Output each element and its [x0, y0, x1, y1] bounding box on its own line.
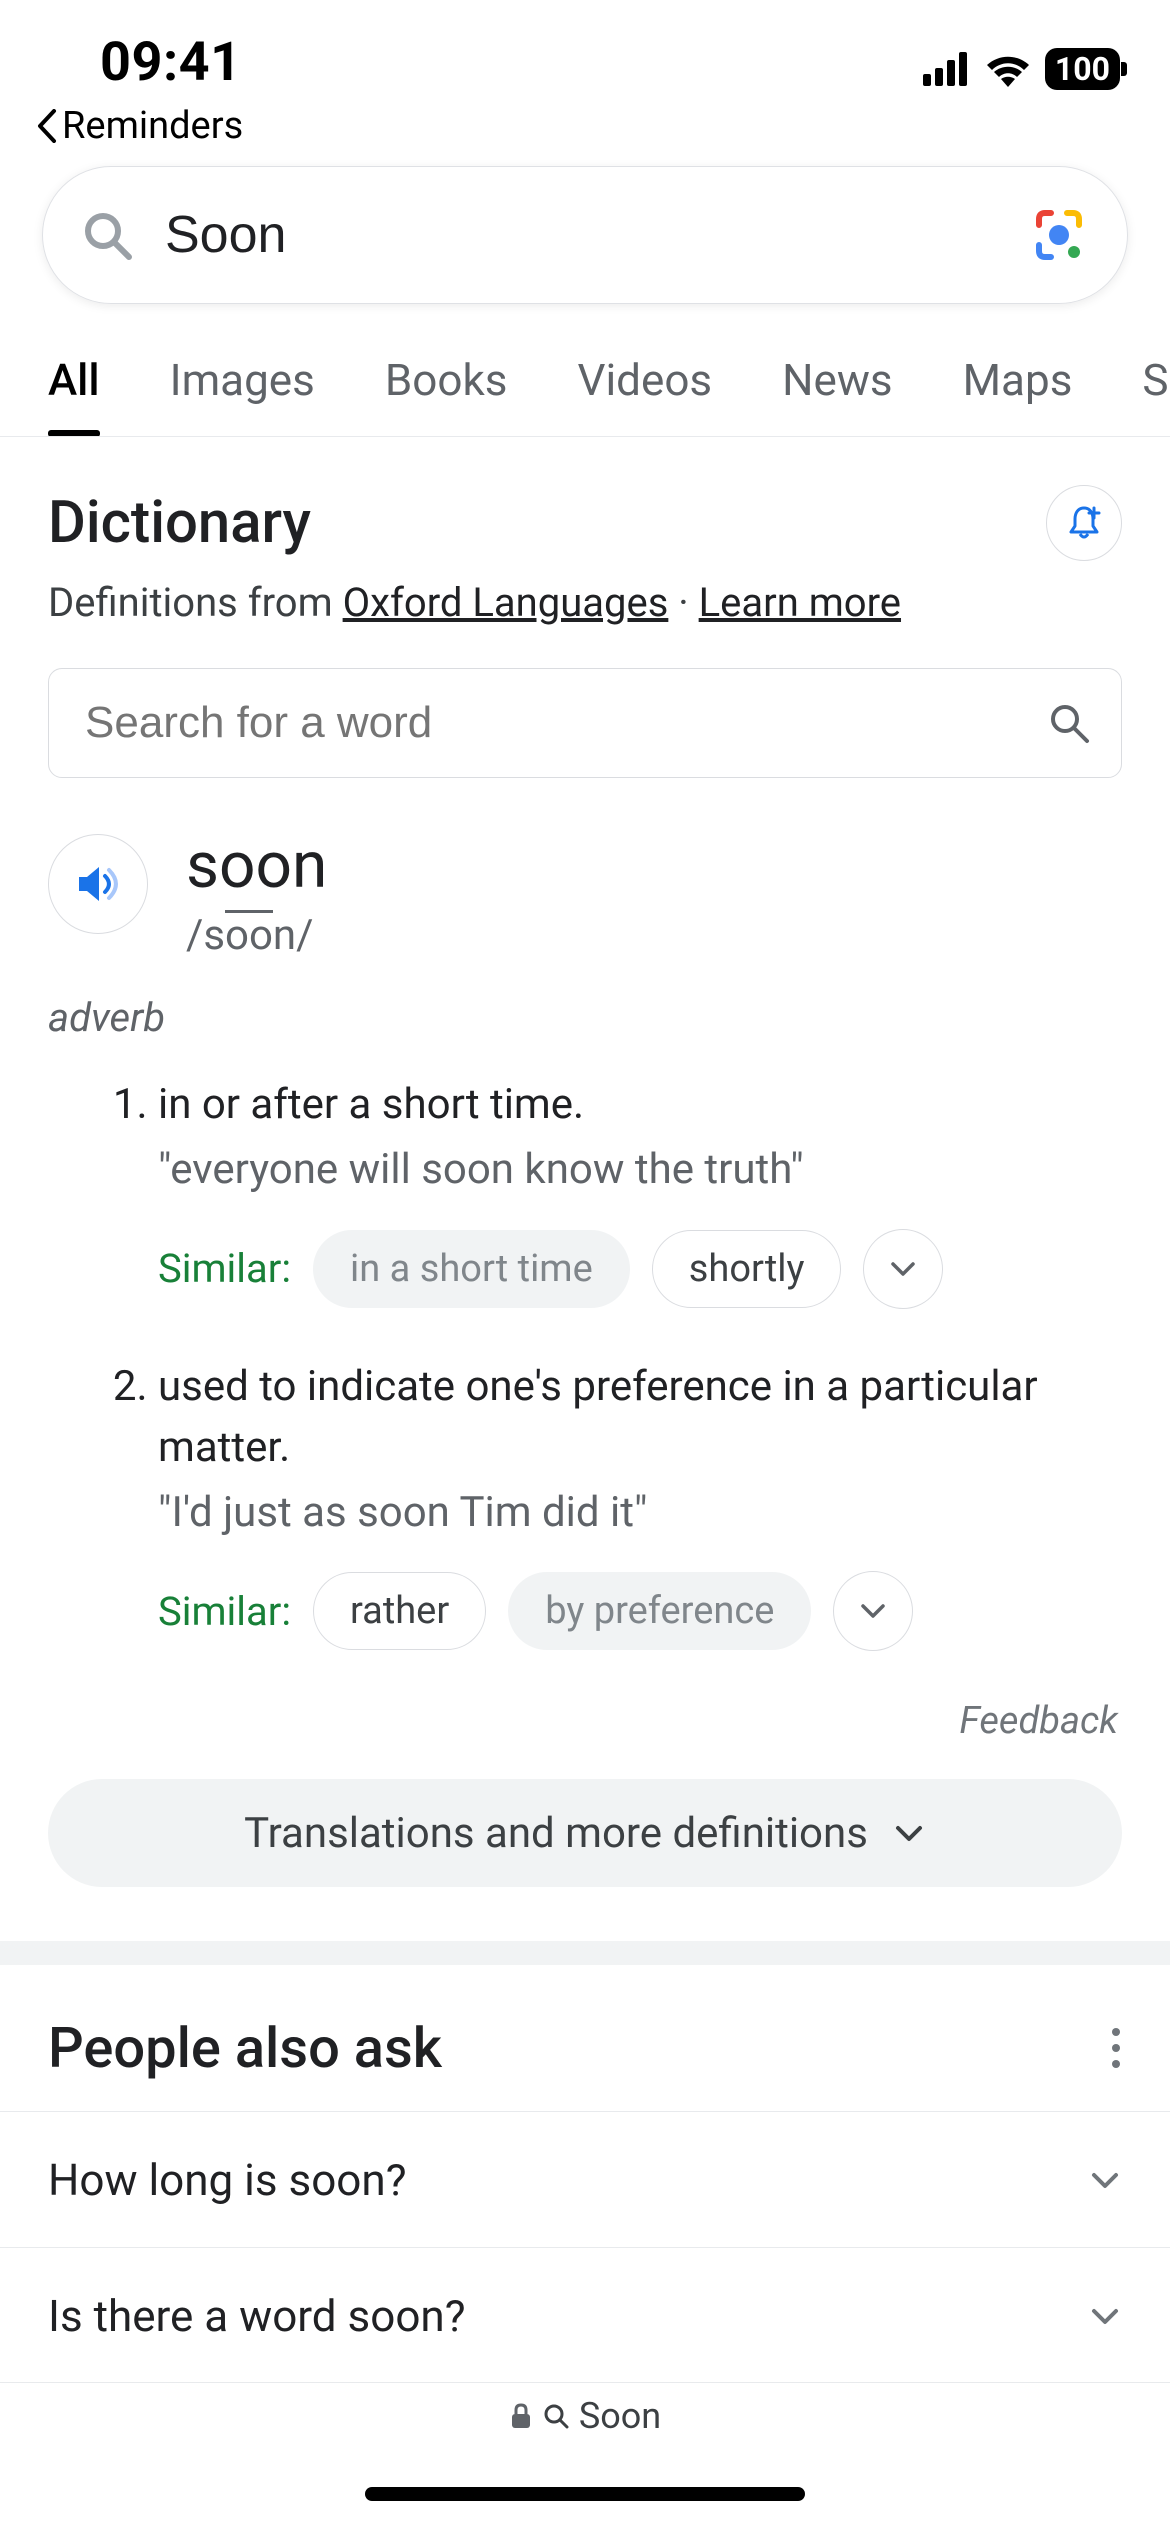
- address-summary[interactable]: Soon: [509, 2395, 661, 2437]
- cellular-icon: [923, 52, 971, 86]
- address-text: Soon: [579, 2395, 661, 2437]
- more-vert-icon[interactable]: [1110, 2026, 1122, 2070]
- lock-icon: [509, 2402, 533, 2430]
- chevron-down-icon: [892, 1816, 926, 1850]
- similar-label: Similar:: [158, 1588, 291, 1635]
- section-divider: [0, 1941, 1170, 1965]
- learn-more-link[interactable]: Learn more: [699, 579, 901, 626]
- speaker-icon: [73, 859, 123, 909]
- search-bar[interactable]: [42, 166, 1128, 304]
- home-indicator[interactable]: [365, 2487, 805, 2501]
- dictionary-subtitle: Definitions from Oxford Languages · Lear…: [48, 579, 1122, 626]
- pronounce-button[interactable]: [48, 834, 148, 934]
- dictionary-search[interactable]: [48, 668, 1122, 778]
- tab-all[interactable]: All: [48, 354, 100, 436]
- back-to-app[interactable]: Reminders: [0, 100, 1170, 166]
- definition-text: in or after a short time.: [158, 1075, 1122, 1136]
- synonym-chip[interactable]: rather: [313, 1572, 486, 1650]
- definition-example: "everyone will soon know the truth": [158, 1140, 1122, 1201]
- bell-plus-icon: [1065, 504, 1103, 542]
- translations-expander[interactable]: Translations and more definitions: [48, 1779, 1122, 1887]
- definition-item: in or after a short time. "everyone will…: [158, 1075, 1122, 1309]
- search-tabs: All Images Books Videos News Maps S: [0, 304, 1170, 437]
- tab-books[interactable]: Books: [385, 354, 508, 436]
- dictionary-title: Dictionary: [48, 489, 311, 557]
- bottom-toolbar: Soon: [0, 2382, 1170, 2532]
- similar-label: Similar:: [158, 1245, 291, 1292]
- status-time: 09:41: [100, 31, 242, 94]
- tab-videos[interactable]: Videos: [577, 354, 712, 436]
- tab-images[interactable]: Images: [170, 354, 315, 436]
- status-icons: 100: [923, 48, 1120, 90]
- dictionary-search-input[interactable]: [85, 698, 1047, 748]
- source-link[interactable]: Oxford Languages: [343, 579, 669, 626]
- wifi-icon: [983, 51, 1033, 87]
- tab-news[interactable]: News: [782, 354, 893, 436]
- search-icon: [81, 209, 133, 261]
- paa-question-text: Is there a word soon?: [48, 2290, 466, 2342]
- tab-more[interactable]: S: [1142, 354, 1168, 436]
- battery-icon: 100: [1045, 48, 1120, 90]
- expand-synonyms-button[interactable]: [833, 1571, 913, 1651]
- feedback-link[interactable]: Feedback: [48, 1699, 1122, 1743]
- chevron-down-icon: [858, 1596, 888, 1626]
- pronunciation: /soon/: [186, 911, 327, 960]
- chevron-down-icon: [888, 1254, 918, 1284]
- google-lens-icon[interactable]: [1031, 207, 1087, 263]
- tab-maps[interactable]: Maps: [963, 354, 1073, 436]
- headword: soon: [186, 828, 327, 903]
- synonym-chip[interactable]: by preference: [508, 1572, 811, 1650]
- paa-question[interactable]: How long is soon?: [0, 2111, 1170, 2247]
- back-app-label: Reminders: [62, 104, 243, 148]
- synonym-chip[interactable]: shortly: [652, 1230, 842, 1308]
- definition-example: "I'd just as soon Tim did it": [158, 1483, 1122, 1544]
- part-of-speech: adverb: [48, 994, 1122, 1041]
- chevron-down-icon: [1088, 2299, 1122, 2333]
- paa-question-text: How long is soon?: [48, 2154, 407, 2206]
- synonym-chip[interactable]: in a short time: [313, 1230, 630, 1308]
- paa-question[interactable]: Is there a word soon?: [0, 2247, 1170, 2382]
- chevron-down-icon: [1088, 2163, 1122, 2197]
- status-bar: 09:41 100: [0, 0, 1170, 100]
- alert-bell-button[interactable]: [1046, 485, 1122, 561]
- search-icon: [543, 2403, 569, 2429]
- translations-label: Translations and more definitions: [244, 1809, 868, 1858]
- definition-text: used to indicate one's preference in a p…: [158, 1357, 1122, 1479]
- expand-synonyms-button[interactable]: [863, 1229, 943, 1309]
- search-icon[interactable]: [1047, 701, 1091, 745]
- paa-title: People also ask: [48, 2015, 442, 2081]
- search-input[interactable]: [165, 205, 999, 265]
- chevron-left-icon: [34, 109, 60, 143]
- definition-item: used to indicate one's preference in a p…: [158, 1357, 1122, 1652]
